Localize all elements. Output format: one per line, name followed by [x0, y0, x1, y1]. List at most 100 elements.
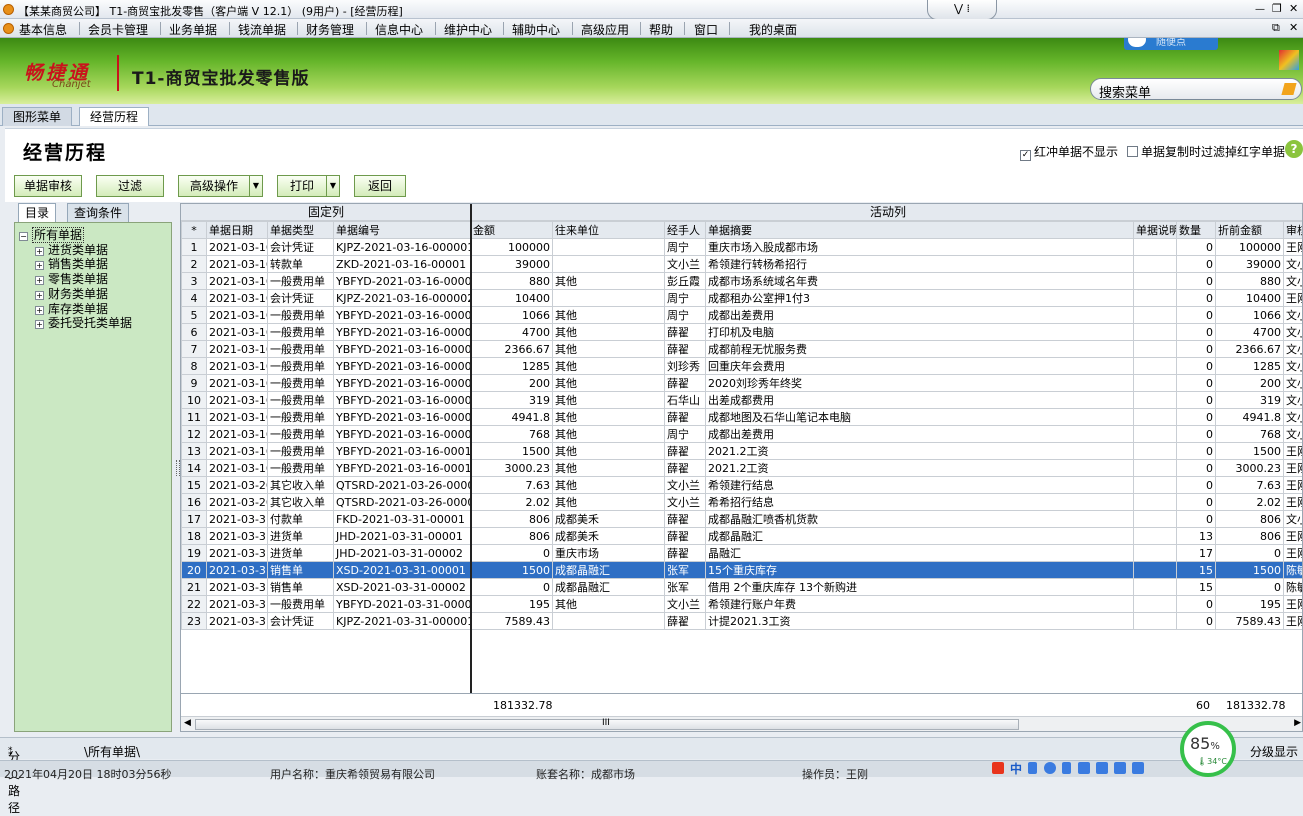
table-cell[interactable]: YBFYD-2021-03-16-00007 — [334, 392, 471, 409]
table-row[interactable]: 82021-03-16一般费用单YBFYD-2021-03-16-0000512… — [182, 358, 1303, 375]
table-cell[interactable]: 2021-03-31 — [207, 511, 268, 528]
table-cell[interactable]: 2021-03-26 — [207, 477, 268, 494]
table-cell[interactable]: 10400 — [471, 290, 553, 307]
table-cell[interactable]: 周宁 — [665, 239, 706, 256]
table-cell[interactable]: 王刚 — [1284, 613, 1303, 630]
table-cell[interactable]: 100000 — [1216, 239, 1284, 256]
table-cell[interactable] — [1134, 392, 1177, 409]
table-cell[interactable] — [553, 239, 665, 256]
app-launcher-icon[interactable] — [1279, 50, 1299, 70]
table-cell[interactable]: 其他 — [553, 273, 665, 290]
hide-red-voucher-checkbox[interactable]: ✓红冲单据不显示 — [1020, 143, 1118, 161]
horizontal-scrollbar[interactable]: ◀ III ▶ — [181, 716, 1303, 732]
table-cell[interactable] — [1134, 443, 1177, 460]
table-row[interactable]: 142021-03-16一般费用单YBFYD-2021-03-16-000113… — [182, 460, 1303, 477]
menu-app-icon[interactable] — [3, 23, 14, 34]
table-cell[interactable] — [1134, 256, 1177, 273]
table-cell[interactable]: 12 — [182, 426, 207, 443]
menu-help[interactable]: 帮助 — [649, 21, 673, 38]
table-row[interactable]: 72021-03-16一般费用单YBFYD-2021-03-16-0000423… — [182, 341, 1303, 358]
table-cell[interactable]: 文小兰 — [665, 596, 706, 613]
table-cell[interactable]: 0 — [1177, 307, 1216, 324]
table-cell[interactable]: 15 — [182, 477, 207, 494]
table-cell[interactable]: 0 — [471, 579, 553, 596]
table-cell[interactable]: 0 — [1177, 273, 1216, 290]
table-cell[interactable]: 2.02 — [471, 494, 553, 511]
table-cell[interactable]: 7 — [182, 341, 207, 358]
table-cell[interactable]: 一般费用单 — [268, 273, 334, 290]
table-cell[interactable]: 2021-03-16 — [207, 307, 268, 324]
table-cell[interactable] — [1134, 273, 1177, 290]
table-cell[interactable]: 806 — [1216, 511, 1284, 528]
table-row[interactable]: 32021-03-16一般费用单YBFYD-2021-03-16-0000188… — [182, 273, 1303, 290]
table-cell[interactable]: 王刚 — [1284, 528, 1303, 545]
table-cell[interactable]: 薛翟 — [665, 613, 706, 630]
table-cell[interactable]: XSD-2021-03-31-00001 — [334, 562, 471, 579]
table-cell[interactable]: 195 — [1216, 596, 1284, 613]
table-cell[interactable]: 会计凭证 — [268, 613, 334, 630]
table-cell[interactable]: 2021-03-16 — [207, 341, 268, 358]
table-row[interactable]: 222021-03-31一般费用单YBFYD-2021-03-31-000021… — [182, 596, 1303, 613]
table-cell[interactable]: 销售单 — [268, 562, 334, 579]
table-cell[interactable]: 陈敏 — [1284, 562, 1303, 579]
table-cell[interactable]: 成都前程无忧服务费 — [706, 341, 1134, 358]
table-cell[interactable]: 文小兰 — [665, 256, 706, 273]
table-cell[interactable]: 成都晶融汇 — [553, 562, 665, 579]
table-cell[interactable]: 200 — [471, 375, 553, 392]
menu-maintenance[interactable]: 维护中心 — [444, 21, 492, 38]
table-cell[interactable]: 成都市场系统域名年费 — [706, 273, 1134, 290]
table-cell[interactable]: 2021.2工资 — [706, 443, 1134, 460]
help-icon[interactable]: ? — [1285, 140, 1303, 158]
table-cell[interactable] — [553, 613, 665, 630]
table-cell[interactable]: 9 — [182, 375, 207, 392]
tab-directory[interactable]: 目录 — [18, 203, 56, 223]
table-cell[interactable]: 希领建行账户年费 — [706, 596, 1134, 613]
table-cell[interactable]: 39000 — [471, 256, 553, 273]
table-cell[interactable]: 22 — [182, 596, 207, 613]
expand-icon[interactable]: + — [35, 261, 44, 270]
table-cell[interactable]: 一般费用单 — [268, 426, 334, 443]
table-cell[interactable]: 其他 — [553, 426, 665, 443]
audit-button[interactable]: 单据审核 — [14, 175, 82, 197]
table-row[interactable]: 22021-03-16转款单ZKD-2021-03-16-0000139000文… — [182, 256, 1303, 273]
table-cell[interactable]: QTSRD-2021-03-26-00002 — [334, 494, 471, 511]
back-button[interactable]: 返回 — [354, 175, 406, 197]
table-cell[interactable]: 出差成都费用 — [706, 392, 1134, 409]
table-cell[interactable]: 其他 — [553, 358, 665, 375]
grid-menu-icon[interactable] — [1132, 762, 1144, 774]
table-cell[interactable]: YBFYD-2021-03-16-00011 — [334, 460, 471, 477]
table-cell[interactable]: 0 — [1177, 256, 1216, 273]
cloud-button[interactable]: 随便点 — [1124, 38, 1218, 50]
table-cell[interactable]: 其它收入单 — [268, 494, 334, 511]
menu-cash-docs[interactable]: 钱流单据 — [238, 21, 286, 38]
table-cell[interactable]: 文小兰 — [1284, 324, 1303, 341]
table-cell[interactable]: 王刚 — [1284, 290, 1303, 307]
tree-node-consign[interactable]: +委托受托类单据 — [35, 314, 132, 331]
table-cell[interactable]: 张军 — [665, 579, 706, 596]
table-cell[interactable]: 1500 — [1216, 443, 1284, 460]
table-cell[interactable] — [1134, 545, 1177, 562]
table-cell[interactable]: 文小兰 — [1284, 307, 1303, 324]
table-cell[interactable]: 张军 — [665, 562, 706, 579]
table-cell[interactable]: 一般费用单 — [268, 409, 334, 426]
table-cell[interactable]: 薛翟 — [665, 443, 706, 460]
table-cell[interactable]: 7.63 — [1216, 477, 1284, 494]
freeze-divider[interactable] — [470, 204, 472, 693]
table-cell[interactable]: 0 — [1177, 392, 1216, 409]
table-cell[interactable]: 晶融汇 — [706, 545, 1134, 562]
table-cell[interactable]: 10 — [182, 392, 207, 409]
table-cell[interactable]: 200 — [1216, 375, 1284, 392]
table-cell[interactable]: 其他 — [553, 477, 665, 494]
column-header[interactable]: * — [182, 222, 207, 239]
table-row[interactable]: 52021-03-16一般费用单YBFYD-2021-03-16-0000210… — [182, 307, 1303, 324]
table-cell[interactable] — [553, 290, 665, 307]
table-cell[interactable]: 2021-03-16 — [207, 426, 268, 443]
table-cell[interactable]: 1285 — [471, 358, 553, 375]
table-cell[interactable]: YBFYD-2021-03-16-00008 — [334, 409, 471, 426]
table-cell[interactable]: YBFYD-2021-03-16-00004 — [334, 341, 471, 358]
filter-red-copy-checkbox[interactable]: 单据复制时过滤掉红字单据 — [1127, 143, 1285, 160]
table-cell[interactable]: 其他 — [553, 409, 665, 426]
table-cell[interactable]: 2 — [182, 256, 207, 273]
grade-display-button[interactable]: 分级显示 — [1250, 743, 1298, 760]
table-cell[interactable]: 周宁 — [665, 307, 706, 324]
